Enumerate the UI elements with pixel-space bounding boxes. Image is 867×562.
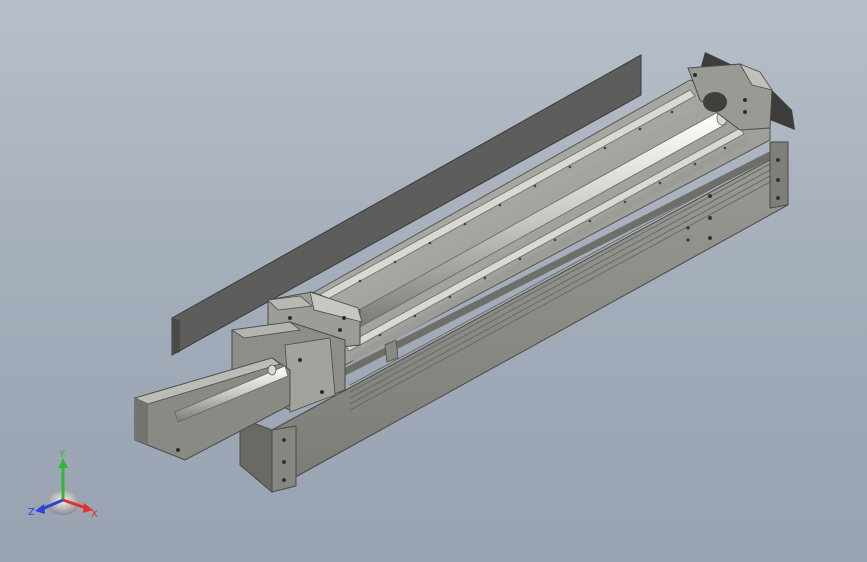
model-view[interactable]: Y X Z — [0, 0, 867, 562]
z-axis-arrowhead — [35, 504, 45, 514]
graphics-viewport[interactable]: Y X Z — [0, 0, 867, 562]
coordinate-triad[interactable]: Y X Z — [28, 449, 98, 520]
z-axis-label: Z — [28, 507, 35, 518]
x-axis-label: X — [91, 509, 98, 520]
y-axis-label: Y — [58, 449, 66, 460]
